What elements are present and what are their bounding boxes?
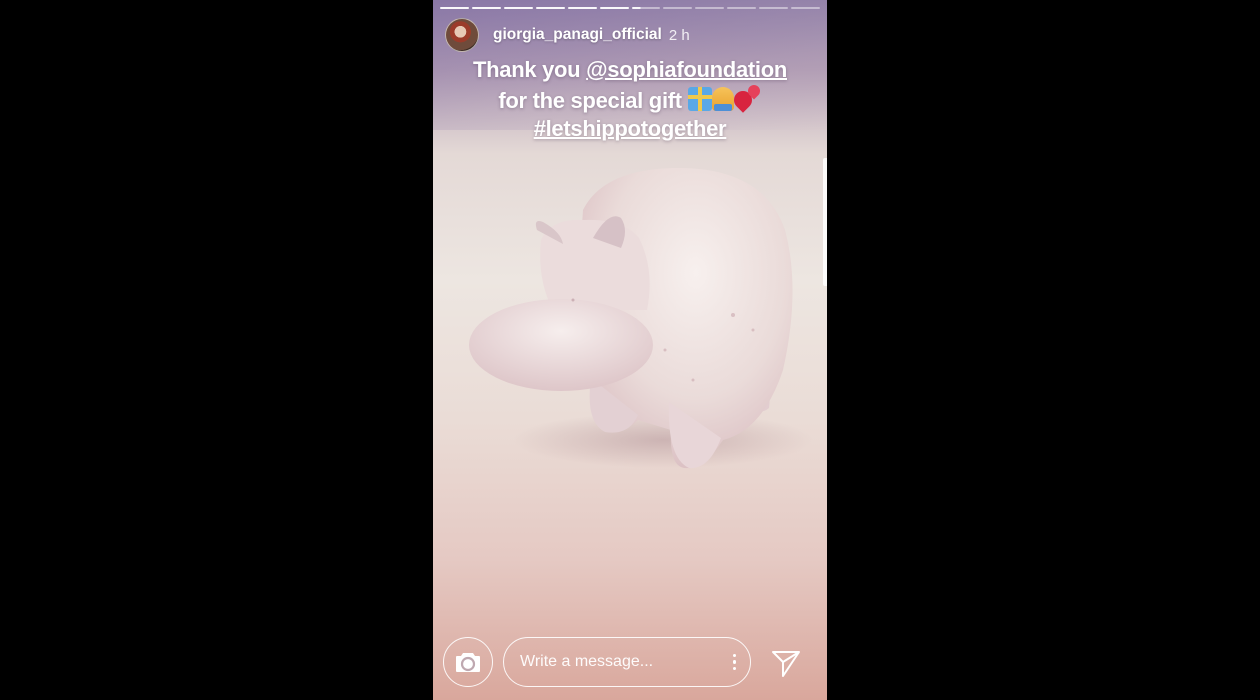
camera-icon [456, 653, 480, 672]
message-field[interactable] [503, 637, 751, 687]
story-caption: Thank you @sophiafoundation for the spec… [433, 56, 827, 144]
progress-segment [727, 7, 757, 9]
two-hearts-icon [734, 85, 762, 111]
camera-button[interactable] [443, 637, 493, 687]
hippo-snout [469, 299, 653, 391]
caption-gift-text: for the special gift [498, 87, 688, 113]
vertical-dots-icon [732, 653, 737, 658]
hippo-figurine-image [469, 167, 813, 469]
story-progress-bar [440, 7, 821, 9]
caption-line-2: for the special gift [433, 85, 827, 116]
progress-segment [631, 7, 661, 9]
story-footer [433, 636, 827, 688]
caption-thank-you-text: Thank you [472, 57, 587, 82]
post-timestamp: 2 h [668, 26, 690, 44]
message-input[interactable] [504, 652, 729, 672]
progress-segment [695, 7, 725, 9]
avatar[interactable] [445, 18, 479, 52]
story-header: giorgia_panagi_official 2 h [445, 18, 690, 52]
app-viewport: giorgia_panagi_official 2 h Thank you @s… [0, 0, 1260, 700]
progress-segment [663, 7, 693, 9]
mention-link[interactable]: @sophiafoundation [586, 57, 787, 82]
progress-segment [503, 7, 533, 9]
progress-segment [759, 7, 789, 9]
progress-segment [567, 7, 597, 9]
paper-plane-icon[interactable] [770, 646, 802, 678]
wrapped-gift-icon [687, 86, 712, 111]
folded-hands-icon [711, 86, 734, 111]
hashtag-link[interactable]: #letshippotogether [433, 115, 827, 144]
progress-segment [791, 7, 821, 9]
caption-line-1: Thank you @sophiafoundation [433, 56, 827, 85]
progress-segment [440, 7, 469, 9]
more-options-button[interactable] [729, 647, 740, 677]
progress-segment [599, 7, 629, 9]
side-scroll-handle[interactable] [823, 158, 827, 286]
progress-segment [535, 7, 565, 9]
author-username[interactable]: giorgia_panagi_official [493, 26, 662, 44]
progress-segment [471, 7, 501, 9]
story-viewer[interactable]: giorgia_panagi_official 2 h Thank you @s… [433, 0, 827, 700]
